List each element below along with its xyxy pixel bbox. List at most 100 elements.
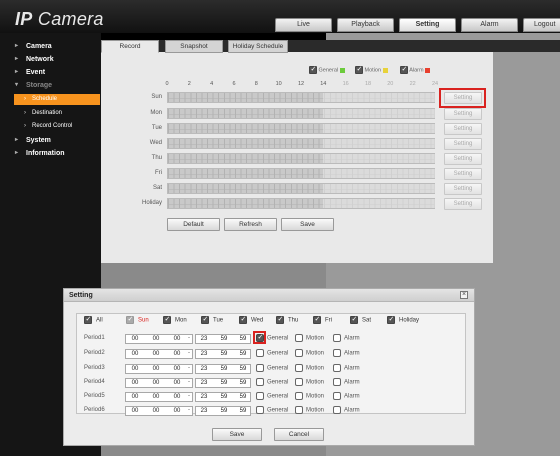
start-hour[interactable]: 00 <box>129 335 141 343</box>
checkbox[interactable] <box>355 65 363 74</box>
default-button[interactable]: Default <box>167 218 220 231</box>
schedule-bar-sun[interactable] <box>167 92 435 103</box>
sidebar-item-network[interactable]: ▸ Network <box>0 54 101 65</box>
close-icon[interactable]: × <box>460 291 468 299</box>
schedule-bar-wed[interactable] <box>167 138 435 149</box>
schedule-bar-holiday[interactable] <box>167 198 435 209</box>
start-second[interactable]: 00 <box>171 365 183 373</box>
setting-button-holiday[interactable]: Setting <box>444 198 482 210</box>
checkbox[interactable] <box>333 334 341 342</box>
nav-setting[interactable]: Setting <box>399 18 456 32</box>
refresh-button[interactable]: Refresh <box>224 218 277 231</box>
checkbox[interactable] <box>295 349 303 357</box>
setting-button-thu[interactable]: Setting <box>444 153 482 165</box>
motion-option[interactable]: Motion <box>295 364 324 374</box>
start-time-input[interactable]: 00 00 00 <box>125 406 193 416</box>
checkbox[interactable] <box>333 378 341 386</box>
checkbox[interactable] <box>295 364 303 372</box>
start-minute[interactable]: 00 <box>150 350 162 358</box>
alarm-option[interactable]: Alarm <box>333 378 360 388</box>
start-hour[interactable]: 00 <box>129 393 141 401</box>
end-second[interactable]: 59 <box>237 365 249 373</box>
sidebar-item-system[interactable]: ▸ System <box>0 135 101 146</box>
check-tue[interactable]: Tue <box>201 315 223 326</box>
checkbox[interactable] <box>163 315 171 324</box>
checkbox[interactable] <box>201 315 209 324</box>
start-minute[interactable]: 00 <box>150 393 162 401</box>
schedule-bar-thu[interactable] <box>167 153 435 164</box>
checkbox[interactable] <box>313 315 321 324</box>
setting-button-tue[interactable]: Setting <box>444 123 482 135</box>
motion-option[interactable]: Motion <box>295 334 324 344</box>
end-minute[interactable]: 59 <box>218 407 230 415</box>
general-option[interactable]: General <box>256 364 288 374</box>
end-second[interactable]: 59 <box>237 335 249 343</box>
schedule-bar-sat[interactable] <box>167 183 435 194</box>
checkbox[interactable] <box>333 392 341 400</box>
start-hour[interactable]: 00 <box>129 379 141 387</box>
end-hour[interactable]: 23 <box>198 393 210 401</box>
legend-motion[interactable]: Motion <box>355 65 388 74</box>
checkbox[interactable] <box>256 349 264 357</box>
end-time-input[interactable]: 23 59 59 <box>195 349 251 359</box>
check-mon[interactable]: Mon <box>163 315 187 326</box>
start-second[interactable]: 00 <box>171 335 183 343</box>
start-time-input[interactable]: 00 00 00 <box>125 378 193 388</box>
dialog-cancel-button[interactable]: Cancel <box>274 428 324 441</box>
start-minute[interactable]: 00 <box>150 335 162 343</box>
end-time-input[interactable]: 23 59 59 <box>195 406 251 416</box>
checkbox[interactable] <box>295 406 303 414</box>
end-time-input[interactable]: 23 59 59 <box>195 392 251 402</box>
tab-snapshot[interactable]: Snapshot <box>165 40 223 53</box>
motion-option[interactable]: Motion <box>295 406 324 416</box>
start-time-input[interactable]: 00 00 00 <box>125 392 193 402</box>
check-wed[interactable]: Wed <box>239 315 263 326</box>
schedule-bar-mon[interactable] <box>167 108 435 119</box>
checkbox[interactable] <box>256 364 264 372</box>
start-time-input[interactable]: 00 00 00 <box>125 334 193 344</box>
general-option[interactable]: General <box>256 349 288 359</box>
sidebar-item-information[interactable]: ▸ Information <box>0 148 101 159</box>
sidebar-item-schedule[interactable]: › Schedule <box>14 94 100 105</box>
check-sun[interactable]: Sun <box>126 315 149 326</box>
setting-button-sat[interactable]: Setting <box>444 183 482 195</box>
motion-option[interactable]: Motion <box>295 392 324 402</box>
checkbox[interactable] <box>295 334 303 342</box>
sidebar-item-destination[interactable]: › Destination <box>0 108 101 119</box>
end-hour[interactable]: 23 <box>198 350 210 358</box>
checkbox[interactable] <box>295 378 303 386</box>
end-hour[interactable]: 23 <box>198 335 210 343</box>
checkbox[interactable] <box>126 315 134 324</box>
end-minute[interactable]: 59 <box>218 335 230 343</box>
end-time-input[interactable]: 23 59 59 <box>195 334 251 344</box>
end-second[interactable]: 59 <box>237 379 249 387</box>
start-second[interactable]: 00 <box>171 407 183 415</box>
general-option[interactable]: General <box>256 378 288 388</box>
sidebar-item-camera[interactable]: ▸ Camera <box>0 41 101 52</box>
checkbox[interactable] <box>295 392 303 400</box>
tab-record[interactable]: Record <box>101 40 159 53</box>
nav-alarm[interactable]: Alarm <box>461 18 518 32</box>
start-minute[interactable]: 00 <box>150 379 162 387</box>
start-second[interactable]: 00 <box>171 350 183 358</box>
checkbox[interactable] <box>276 315 284 324</box>
alarm-option[interactable]: Alarm <box>333 392 360 402</box>
end-second[interactable]: 59 <box>237 350 249 358</box>
check-fri[interactable]: Fri <box>313 315 332 326</box>
checkbox[interactable] <box>256 378 264 386</box>
alarm-option[interactable]: Alarm <box>333 406 360 416</box>
check-holiday[interactable]: Holiday <box>387 315 419 326</box>
nav-playback[interactable]: Playback <box>337 18 394 32</box>
nav-logout[interactable]: Logout <box>523 18 560 32</box>
checkbox[interactable] <box>239 315 247 324</box>
end-minute[interactable]: 59 <box>218 393 230 401</box>
end-second[interactable]: 59 <box>237 393 249 401</box>
start-hour[interactable]: 00 <box>129 350 141 358</box>
checkbox[interactable] <box>387 315 395 324</box>
start-second[interactable]: 00 <box>171 379 183 387</box>
end-minute[interactable]: 59 <box>218 379 230 387</box>
start-time-input[interactable]: 00 00 00 <box>125 349 193 359</box>
legend-alarm[interactable]: Alarm <box>400 65 431 74</box>
general-option[interactable]: General <box>256 392 288 402</box>
setting-button-mon[interactable]: Setting <box>444 108 482 120</box>
